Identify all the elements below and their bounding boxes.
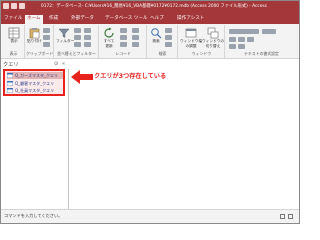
- select-icon[interactable]: [165, 42, 172, 47]
- group-text-format-label: テキストの書式設定: [244, 51, 279, 56]
- filter-button-label: フィルター: [56, 39, 75, 43]
- query-item-label: Q_顧客マスタ_クエリ: [15, 81, 55, 86]
- cut-icon[interactable]: [43, 28, 50, 33]
- view-button[interactable]: 表示: [5, 27, 23, 44]
- filter-icon: [58, 28, 70, 38]
- query-item-label: Q_ガーズマスタ_クエリ: [15, 73, 58, 78]
- view-switcher: [280, 214, 293, 219]
- undo-icon[interactable]: [11, 3, 17, 9]
- totals-icon[interactable]: [132, 28, 139, 33]
- tab-database-tools[interactable]: データベース ツール: [105, 15, 148, 23]
- view-icon: [8, 27, 20, 39]
- tab-help[interactable]: ヘルプ: [150, 15, 164, 23]
- save-icon[interactable]: [3, 3, 9, 9]
- refresh-all-button[interactable]: すべて 更新: [101, 27, 117, 49]
- navigation-pane: クエリ ⊙ « Q_ガーズマスタ_クエリ Q_顧客マスタ_クエリ Q_社員マスタ…: [1, 60, 69, 209]
- format-painter-icon[interactable]: [43, 42, 50, 47]
- ribbon-tabs: ファイル ホーム 作成 外部データ データベース ツール ヘルプ 操作アシスト: [1, 13, 299, 24]
- spelling-icon[interactable]: [132, 35, 139, 40]
- list-item[interactable]: Q_ガーズマスタ_クエリ: [7, 72, 63, 79]
- new-record-icon[interactable]: [120, 28, 127, 33]
- group-sort-filter-label: 並べ替えとフィルター: [57, 51, 96, 56]
- toggle-filter-icon[interactable]: [84, 42, 91, 47]
- tab-home[interactable]: ホーム: [25, 15, 43, 24]
- window-title: 0172：データベース- C:¥Users¥16_簡易¥16_VBA基礎¥017…: [41, 4, 267, 9]
- find-button-label: 検索: [152, 39, 160, 43]
- query-icon: [7, 73, 13, 78]
- go-to-icon[interactable]: [165, 35, 172, 40]
- group-sort-filter: フィルター 並べ替えとフィルター: [55, 25, 99, 58]
- copy-icon[interactable]: [43, 35, 50, 40]
- left-arrow-icon: [71, 70, 93, 84]
- save-record-icon[interactable]: [120, 35, 127, 40]
- group-records-label: レコード: [115, 51, 131, 56]
- design-view-icon[interactable]: [288, 214, 293, 219]
- group-view: 表示 表示: [3, 25, 25, 58]
- font-color-icon[interactable]: [229, 44, 236, 49]
- find-button[interactable]: 検索: [149, 27, 163, 44]
- query-icon: [7, 81, 13, 86]
- list-item[interactable]: Q_社員マスタ_クエリ: [7, 87, 63, 94]
- title-bar: 0172：データベース- C:¥Users¥16_簡易¥16_VBA基礎¥017…: [1, 1, 299, 13]
- clipboard-icon: [29, 28, 39, 39]
- replace-icon[interactable]: [165, 28, 172, 33]
- query-icon: [7, 88, 13, 93]
- tab-external-data[interactable]: 外部データ: [71, 15, 94, 23]
- selection-icon[interactable]: [84, 28, 91, 33]
- refresh-all-label: すべて 更新: [103, 39, 115, 48]
- fit-window-label: ウィンドウ幅 の調整: [180, 39, 203, 48]
- group-text-format: テキストの書式設定: [226, 25, 297, 58]
- collapse-pane-icon[interactable]: «: [62, 61, 65, 67]
- italic-icon[interactable]: [238, 37, 245, 42]
- more-icon[interactable]: [132, 42, 139, 47]
- redo-icon[interactable]: [19, 3, 25, 9]
- fit-window-icon: [185, 28, 197, 38]
- tab-tell-me[interactable]: 操作アシスト: [177, 15, 204, 23]
- font-dropdown[interactable]: [229, 29, 259, 34]
- filter-button[interactable]: フィルター: [56, 27, 75, 44]
- highlight-icon[interactable]: [238, 44, 245, 49]
- status-bar: コマンドを入力してください。: [1, 209, 299, 223]
- group-window: ウィンドウ幅 の調整 ウィンドウの 切り替え ウィンドウ: [179, 25, 225, 58]
- group-clipboard: 貼り付け クリップボード: [26, 25, 54, 58]
- group-clipboard-label: クリップボード: [26, 51, 54, 56]
- font-size-dropdown[interactable]: [262, 29, 276, 34]
- underline-icon[interactable]: [247, 37, 254, 42]
- delete-record-icon[interactable]: [120, 42, 127, 47]
- status-text: コマンドを入力してください。: [4, 213, 63, 218]
- list-item[interactable]: Q_顧客マスタ_クエリ: [7, 80, 63, 87]
- group-records: すべて 更新 レコード: [100, 25, 147, 58]
- clear-sort-icon[interactable]: [74, 42, 81, 47]
- tab-file[interactable]: ファイル: [4, 15, 22, 23]
- annotation-text: クエリが3つ存在している: [94, 73, 167, 80]
- quick-access-toolbar: [3, 3, 25, 9]
- chevron-down-icon[interactable]: ⊙: [54, 61, 58, 67]
- paste-button[interactable]: 貼り付け: [27, 27, 42, 44]
- advanced-filter-icon[interactable]: [84, 35, 91, 40]
- query-list-highlight: Q_ガーズマスタ_クエリ Q_顧客マスタ_クエリ Q_社員マスタ_クエリ: [3, 69, 65, 96]
- switch-window-button[interactable]: ウィンドウの 切り替え: [202, 27, 224, 49]
- sort-ascending-icon[interactable]: [74, 28, 81, 33]
- switch-window-icon: [207, 27, 219, 39]
- switch-window-label: ウィンドウの 切り替え: [202, 39, 225, 48]
- paste-button-label: 貼り付け: [27, 39, 42, 43]
- navigation-pane-title: クエリ: [3, 62, 19, 68]
- fit-window-button[interactable]: ウィンドウ幅 の調整: [180, 27, 202, 49]
- ribbon: 表示 表示 貼り付け クリップボード フィルター 並べ替えとフィルター すべて …: [1, 24, 299, 59]
- bold-icon[interactable]: [229, 37, 236, 42]
- view-button-label: 表示: [10, 39, 18, 43]
- datasheet-view-icon[interactable]: [280, 214, 285, 219]
- navigation-pane-header[interactable]: クエリ ⊙ «: [1, 60, 69, 69]
- access-window: 0172：データベース- C:¥Users¥16_簡易¥16_VBA基礎¥017…: [0, 0, 300, 224]
- group-view-label: 表示: [9, 51, 18, 56]
- refresh-icon: [104, 27, 114, 38]
- group-find-label: 検索: [158, 51, 167, 56]
- sort-descending-icon[interactable]: [74, 35, 81, 40]
- query-item-label: Q_社員マスタ_クエリ: [15, 88, 55, 93]
- group-find: 検索 検索: [148, 25, 178, 58]
- search-icon: [151, 28, 162, 39]
- tab-create[interactable]: 作成: [49, 15, 58, 23]
- group-window-label: ウィンドウ: [191, 51, 212, 56]
